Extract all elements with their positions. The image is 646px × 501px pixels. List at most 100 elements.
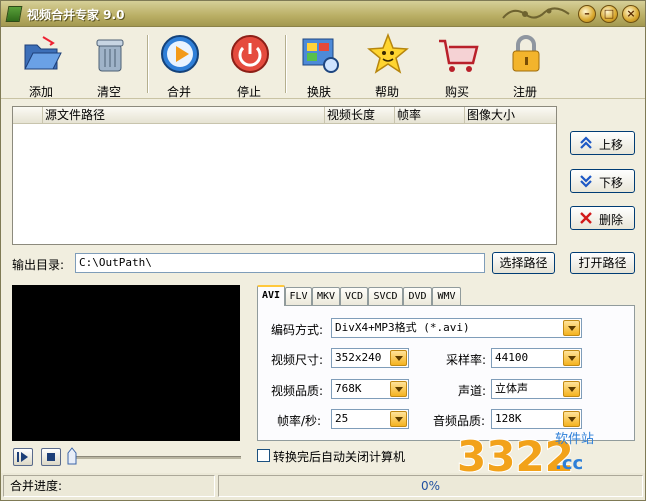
register-button[interactable]: 注册 bbox=[495, 31, 555, 99]
move-down-button[interactable]: 下移 bbox=[570, 169, 635, 193]
fps-label: 帧率/秒: bbox=[277, 414, 322, 428]
merge-button[interactable]: 合并 bbox=[149, 31, 209, 99]
tab-vcd[interactable]: VCD bbox=[340, 287, 368, 305]
video-quality-value: 768K bbox=[335, 382, 362, 395]
chevron-down-icon[interactable] bbox=[563, 350, 580, 366]
delete-button[interactable]: 删除 bbox=[570, 206, 635, 230]
skin-button[interactable]: 换肤 bbox=[289, 31, 349, 99]
chevron-down-icon[interactable] bbox=[563, 381, 580, 397]
move-up-label: 上移 bbox=[599, 138, 624, 152]
close-button[interactable]: × bbox=[622, 5, 640, 23]
tab-mkv[interactable]: MKV bbox=[312, 287, 340, 305]
shutdown-checkbox[interactable] bbox=[257, 449, 270, 462]
column-framerate[interactable]: 帧率 bbox=[395, 107, 465, 124]
column-duration[interactable]: 视频长度 bbox=[325, 107, 395, 124]
column-image-size[interactable]: 图像大小 bbox=[465, 107, 556, 124]
tab-wmv[interactable]: WMV bbox=[432, 287, 461, 305]
buy-button[interactable]: 购买 bbox=[427, 31, 487, 99]
skin-icon bbox=[302, 38, 339, 73]
skin-label: 换肤 bbox=[306, 85, 331, 99]
tab-flv[interactable]: FLV bbox=[285, 287, 312, 305]
tab-svcd[interactable]: SVCD bbox=[368, 287, 403, 305]
ornament-icon bbox=[502, 7, 570, 19]
samplerate-label: 采样率: bbox=[446, 353, 487, 367]
chevron-down-icon[interactable] bbox=[563, 320, 580, 336]
status-label-cell: 合并进度: bbox=[3, 475, 215, 497]
svg-text:软件站: 软件站 bbox=[555, 432, 594, 447]
clear-button[interactable]: 清空 bbox=[79, 31, 139, 99]
add-button[interactable]: 添加 bbox=[11, 31, 71, 99]
app-window: 视频合并专家 9.0 – □ × 添加 清空 合并 停止 换肤 帮助 购买 注册… bbox=[0, 0, 646, 501]
watermark-3322-icon: 3322 .cc 软件站 bbox=[456, 431, 594, 482]
maximize-button[interactable]: □ bbox=[600, 5, 618, 23]
clear-label: 清空 bbox=[96, 85, 121, 99]
add-label: 添加 bbox=[28, 85, 53, 99]
samplerate-select[interactable]: 44100 bbox=[491, 348, 582, 368]
channel-select[interactable]: 立体声 bbox=[491, 379, 582, 399]
video-quality-select[interactable]: 768K bbox=[331, 379, 409, 399]
samplerate-value: 44100 bbox=[495, 351, 529, 364]
help-label: 帮助 bbox=[374, 85, 399, 99]
stop-button[interactable]: 停止 bbox=[219, 31, 279, 99]
codec-label: 编码方式: bbox=[271, 323, 324, 337]
tab-dvd[interactable]: DVD bbox=[403, 287, 432, 305]
progress-text: 0% bbox=[420, 479, 441, 493]
output-path-input[interactable]: C:\OutPath\ bbox=[75, 253, 485, 273]
channel-label: 声道: bbox=[458, 384, 487, 398]
tab-avi[interactable]: AVI bbox=[257, 285, 285, 306]
video-size-select[interactable]: 352x240 bbox=[331, 348, 409, 368]
title-bar[interactable]: 视频合并专家 9.0 – □ × bbox=[1, 1, 645, 27]
codec-select[interactable]: DivX4+MP3格式 (*.avi) bbox=[331, 318, 582, 338]
seek-slider-track[interactable] bbox=[73, 456, 241, 459]
open-path-button[interactable]: 打开路径 bbox=[570, 252, 635, 274]
file-list[interactable]: 源文件路径 视频长度 帧率 图像大小 bbox=[12, 106, 557, 245]
column-index bbox=[13, 107, 43, 124]
trash-icon bbox=[96, 39, 124, 72]
help-button[interactable]: 帮助 bbox=[357, 31, 417, 99]
merge-label: 合并 bbox=[166, 85, 191, 99]
fps-value: 25 bbox=[335, 412, 349, 425]
video-size-label: 视频尺寸: bbox=[271, 353, 324, 367]
column-source-path[interactable]: 源文件路径 bbox=[43, 107, 325, 124]
play-icon bbox=[161, 35, 199, 73]
lock-icon bbox=[512, 35, 540, 72]
window-title: 视频合并专家 9.0 bbox=[27, 8, 125, 22]
watermark-logo: 3322 .cc 软件站 bbox=[453, 421, 613, 482]
app-icon bbox=[5, 6, 23, 22]
chevron-down-icon[interactable] bbox=[390, 350, 407, 366]
folder-open-icon bbox=[24, 36, 62, 70]
buy-label: 购买 bbox=[444, 85, 469, 99]
seek-slider-thumb[interactable] bbox=[67, 447, 77, 465]
toolbar-separator bbox=[285, 35, 287, 93]
stop-small-icon bbox=[47, 453, 55, 461]
channel-value: 立体声 bbox=[495, 382, 528, 395]
chevron-down-icon[interactable] bbox=[390, 381, 407, 397]
move-up-button[interactable]: 上移 bbox=[570, 131, 635, 155]
double-chevron-up-icon bbox=[580, 136, 592, 149]
register-label: 注册 bbox=[512, 85, 537, 99]
video-quality-label: 视频品质: bbox=[271, 384, 324, 398]
output-dir-label: 输出目录: bbox=[12, 258, 65, 272]
toolbar: 添加 清空 合并 停止 换肤 帮助 购买 注册 bbox=[1, 27, 645, 99]
play-control-button[interactable] bbox=[13, 448, 33, 466]
minimize-button[interactable]: – bbox=[578, 5, 596, 23]
delete-label: 删除 bbox=[599, 213, 624, 227]
svg-text:.cc: .cc bbox=[555, 453, 583, 474]
merge-progress-label: 合并进度: bbox=[10, 479, 63, 493]
stop-control-button[interactable] bbox=[41, 448, 61, 466]
choose-path-button[interactable]: 选择路径 bbox=[492, 252, 555, 274]
video-size-value: 352x240 bbox=[335, 351, 382, 364]
codec-value: DivX4+MP3格式 (*.avi) bbox=[335, 321, 470, 334]
move-down-label: 下移 bbox=[599, 176, 624, 190]
x-icon bbox=[580, 212, 592, 224]
play-small-icon bbox=[17, 452, 28, 462]
shutdown-label[interactable]: 转换完后自动关闭计算机 bbox=[273, 448, 405, 465]
chevron-down-icon[interactable] bbox=[390, 411, 407, 427]
file-list-header: 源文件路径 视频长度 帧率 图像大小 bbox=[13, 107, 556, 124]
video-preview bbox=[12, 285, 240, 441]
power-icon bbox=[231, 35, 269, 73]
fps-select[interactable]: 25 bbox=[331, 409, 409, 429]
cart-icon bbox=[439, 39, 479, 72]
stop-label: 停止 bbox=[236, 85, 261, 99]
double-chevron-down-icon bbox=[580, 175, 592, 188]
